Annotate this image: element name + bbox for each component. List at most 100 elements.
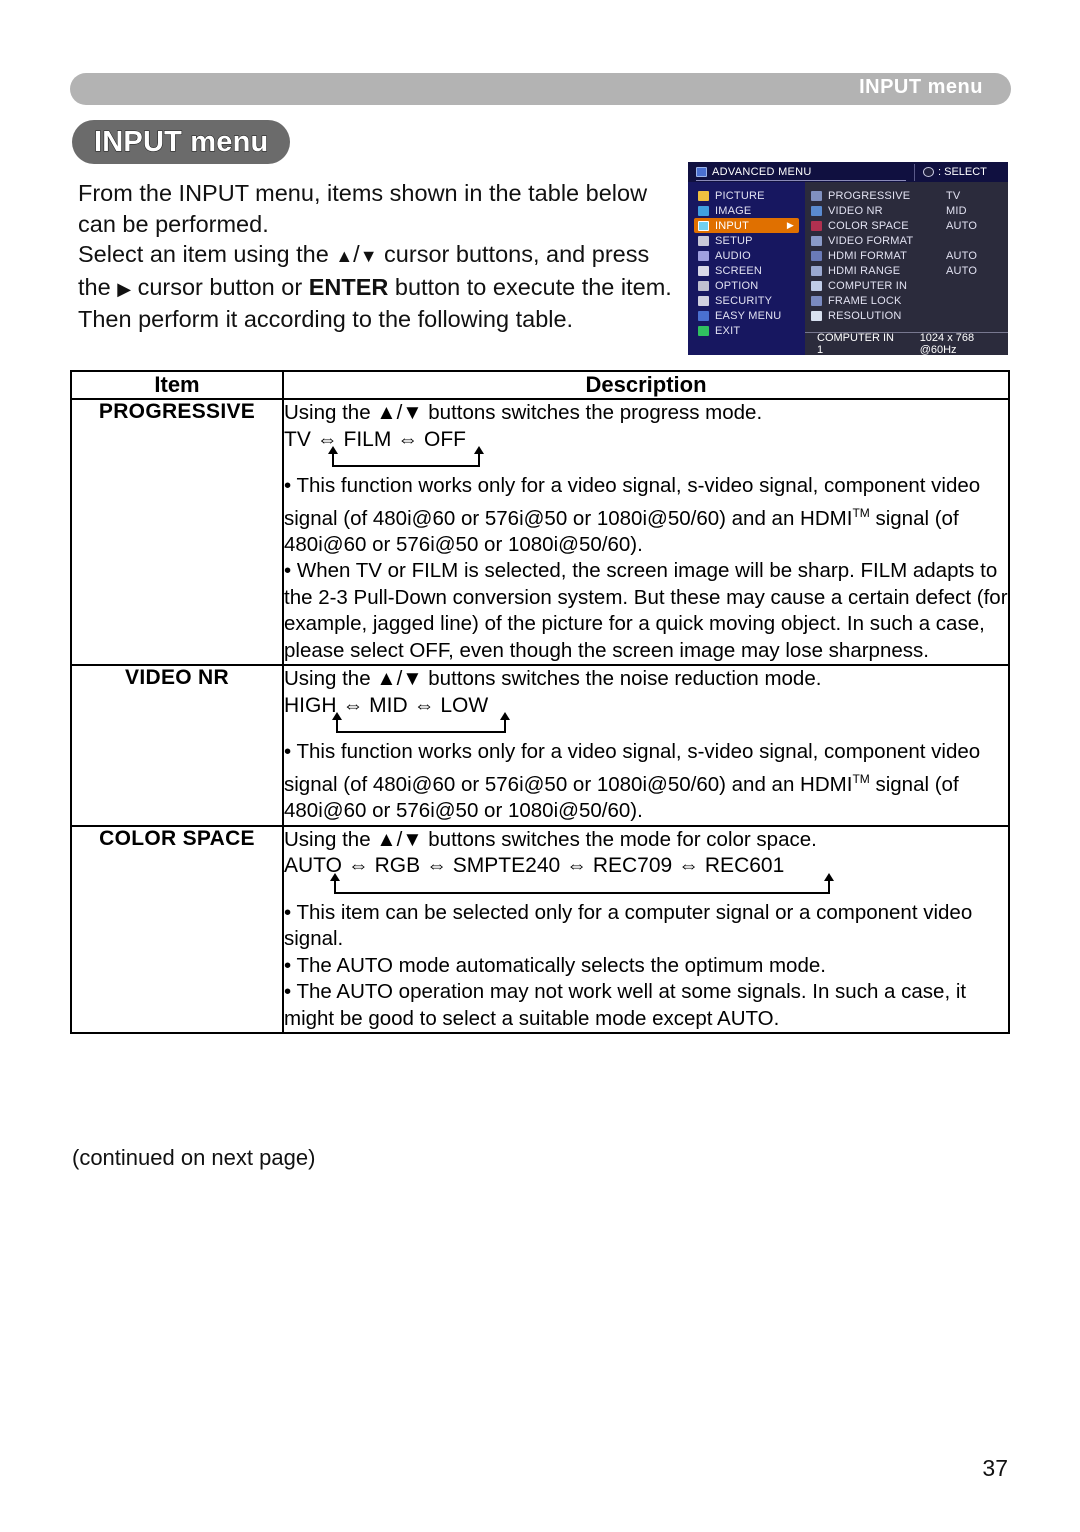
osd-category-security[interactable]: SECURITY xyxy=(694,293,799,308)
osd-item-label: HDMI FORMAT xyxy=(828,249,907,262)
osd-item-resolution[interactable]: RESOLUTION xyxy=(811,308,1008,323)
osd-titlebar: ADVANCED MENU : SELECT xyxy=(688,162,1008,182)
osd-item-value: TV xyxy=(946,189,961,202)
osd-category-label: OPTION xyxy=(715,279,759,292)
row-cycle-text: TV ⇔ FILM ⇔ OFF xyxy=(284,427,466,451)
row-cycle-text: HIGH ⇔ MID ⇔ LOW xyxy=(284,693,489,717)
osd-category-image[interactable]: IMAGE xyxy=(694,203,799,218)
easy-menu-icon xyxy=(698,310,709,321)
screen-icon xyxy=(698,265,709,276)
osd-status-signal: 1024 x 768 @60Hz xyxy=(919,332,975,355)
hdmi-range-icon xyxy=(811,265,822,276)
osd-category-screen[interactable]: SCREEN xyxy=(694,263,799,278)
osd-category-label: IMAGE xyxy=(715,204,752,217)
osd-category-input[interactable]: INPUT ▶ xyxy=(694,218,799,233)
osd-item-video-format[interactable]: VIDEO FORMAT xyxy=(811,233,1008,248)
osd-item-value: AUTO xyxy=(946,219,978,232)
page-title: INPUT menu xyxy=(93,125,269,158)
osd-category-exit[interactable]: EXIT xyxy=(694,323,799,338)
running-head-label: INPUT menu xyxy=(859,76,983,98)
cycle-loop-arrow xyxy=(284,446,1008,473)
osd-status-bar: COMPUTER IN 1 1024 x 768 @60Hz xyxy=(805,332,1008,355)
table-row: COLOR SPACE Using the ▲/▼ buttons switch… xyxy=(70,824,1010,1035)
computer-in-icon xyxy=(811,280,822,291)
osd-category-label: PICTURE xyxy=(715,189,765,202)
video-format-icon xyxy=(811,235,822,246)
cursor-down-icon xyxy=(360,241,378,267)
osd-category-label: SECURITY xyxy=(715,294,773,307)
row-item-color-space: COLOR SPACE xyxy=(70,824,284,1035)
osd-category-audio[interactable]: AUDIO xyxy=(694,248,799,263)
enter-button-label: ENTER xyxy=(308,273,389,300)
section-title-badge: INPUT menu xyxy=(72,120,291,164)
row-description-progressive: Using the ▲/▼ buttons switches the progr… xyxy=(282,397,1010,667)
row-intro-text: Using the ▲/▼ buttons switches the noise… xyxy=(284,667,822,691)
document-page: INPUT menu INPUT menu From the INPUT men… xyxy=(0,0,1080,1532)
osd-item-label: HDMI RANGE xyxy=(828,264,901,277)
osd-category-picture[interactable]: PICTURE xyxy=(694,188,799,203)
intro-line-4b: cursor button or xyxy=(131,273,309,300)
osd-title-text: ADVANCED MENU xyxy=(712,165,812,178)
intro-paragraph: From the INPUT menu, items shown in the … xyxy=(78,178,678,335)
column-header-description: Description xyxy=(282,370,1010,400)
progressive-icon xyxy=(811,190,822,201)
setup-icon xyxy=(698,235,709,246)
cycle-loop-arrow xyxy=(284,872,1008,900)
osd-item-computer-in[interactable]: COMPUTER IN xyxy=(811,278,1008,293)
osd-status-source: COMPUTER IN 1 xyxy=(817,332,894,355)
input-icon xyxy=(698,220,709,231)
frame-lock-icon xyxy=(811,295,822,306)
osd-item-label: FRAME LOCK xyxy=(828,294,902,307)
osd-item-hdmi-format[interactable]: HDMI FORMAT AUTO xyxy=(811,248,1008,263)
osd-item-video-nr[interactable]: VIDEO NR MID xyxy=(811,203,1008,218)
table-row: PROGRESSIVE Using the ▲/▼ buttons switch… xyxy=(70,397,1010,667)
osd-item-progressive[interactable]: PROGRESSIVE TV xyxy=(811,188,1008,203)
osd-item-hdmi-range[interactable]: HDMI RANGE AUTO xyxy=(811,263,1008,278)
intro-line-3a: Select an item using the xyxy=(78,241,336,267)
image-icon xyxy=(698,205,709,216)
osd-category-label: INPUT xyxy=(715,219,749,232)
osd-category-easy-menu[interactable]: EASY MENU xyxy=(694,308,799,323)
intro-line-6: following table. xyxy=(417,306,574,332)
video-nr-icon xyxy=(811,205,822,216)
column-header-item: Item xyxy=(70,370,284,400)
osd-item-value: AUTO xyxy=(946,249,978,262)
cursor-up-icon xyxy=(335,241,353,267)
osd-item-frame-lock[interactable]: FRAME LOCK xyxy=(811,293,1008,308)
row-bullet-3: • The AUTO operation may not work well a… xyxy=(284,980,967,1030)
osd-category-label: EASY MENU xyxy=(715,309,782,322)
picture-icon xyxy=(698,190,709,201)
row-bullet-2: • When TV or FILM is selected, the scree… xyxy=(284,559,1008,662)
osd-item-list: PROGRESSIVE TV VIDEO NR MID COLOR SPACE … xyxy=(805,182,1008,332)
cycle-loop-arrow xyxy=(284,712,1008,739)
osd-item-value: AUTO xyxy=(946,264,978,277)
osd-item-label: RESOLUTION xyxy=(828,309,902,322)
osd-item-color-space[interactable]: COLOR SPACE AUTO xyxy=(811,218,1008,233)
osd-item-label: VIDEO NR xyxy=(828,204,883,217)
input-menu-table: Item Description PROGRESSIVE Using the ▲… xyxy=(70,370,1010,1035)
advanced-menu-icon xyxy=(696,166,707,177)
osd-category-label: SETUP xyxy=(715,234,753,247)
intro-line-3b: cursor buttons, and xyxy=(377,241,586,267)
table-header-row: Item Description xyxy=(70,370,1010,400)
osd-category-list: PICTURE IMAGE INPUT ▶ SETUP AUDIO SCREEN… xyxy=(688,182,805,355)
hdmi-format-icon xyxy=(811,250,822,261)
row-item-video-nr: VIDEO NR xyxy=(70,664,284,827)
continued-note: (continued on next page) xyxy=(72,1145,316,1170)
select-wheel-icon xyxy=(923,167,934,177)
osd-item-label: COMPUTER IN xyxy=(828,279,908,292)
page-number: 37 xyxy=(982,1455,1008,1481)
running-head-band: INPUT menu xyxy=(70,73,1011,105)
osd-category-label: EXIT xyxy=(715,324,741,337)
osd-category-option[interactable]: OPTION xyxy=(694,278,799,293)
row-description-video-nr: Using the ▲/▼ buttons switches the noise… xyxy=(282,664,1010,827)
resolution-icon xyxy=(811,310,822,321)
osd-screenshot: ADVANCED MENU : SELECT PICTURE IMAGE INP… xyxy=(688,162,1008,355)
audio-icon xyxy=(698,250,709,261)
osd-category-label: SCREEN xyxy=(715,264,763,277)
osd-category-setup[interactable]: SETUP xyxy=(694,233,799,248)
osd-category-label: AUDIO xyxy=(715,249,751,262)
osd-select-hint: : SELECT xyxy=(914,163,987,181)
shield-icon xyxy=(698,295,709,306)
osd-title-group: ADVANCED MENU xyxy=(696,164,906,181)
